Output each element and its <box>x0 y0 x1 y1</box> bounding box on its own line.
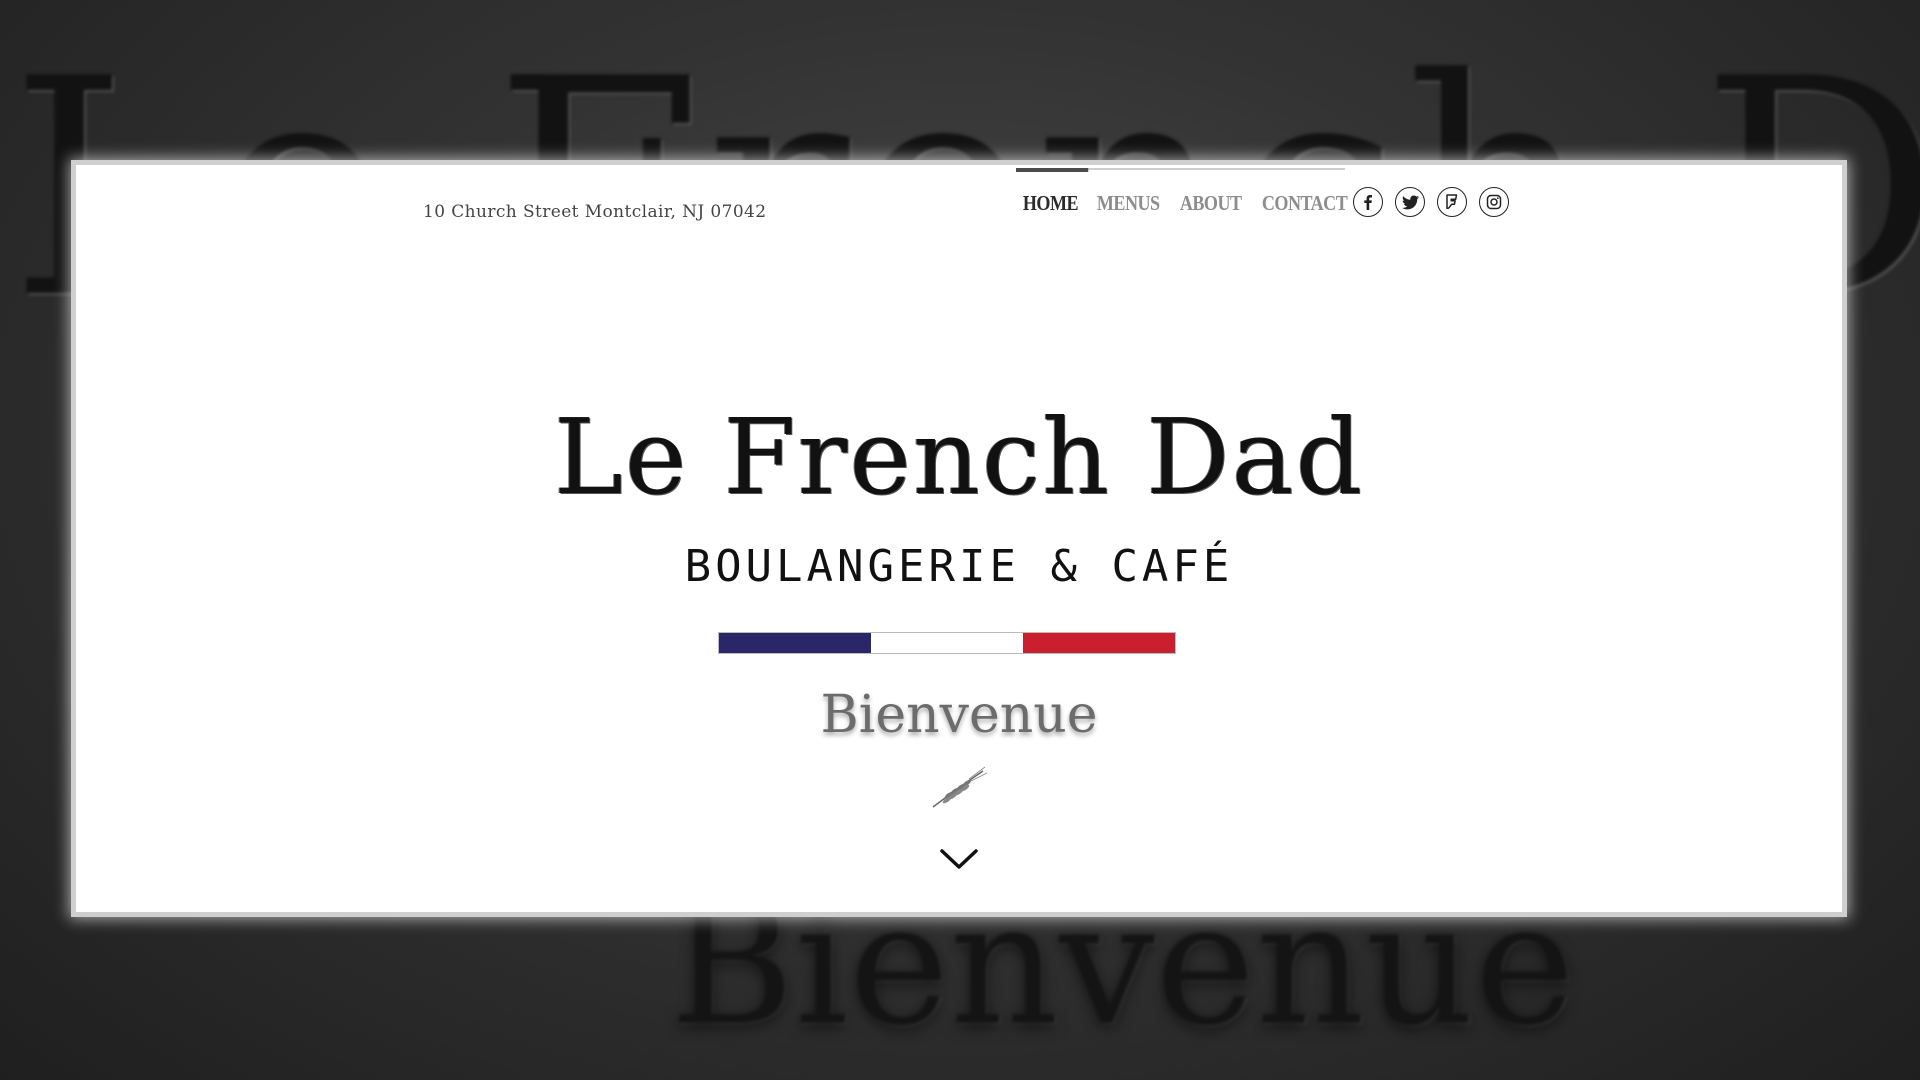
nav-menus[interactable]: MENUS <box>1090 165 1166 216</box>
nav-about[interactable]: ABOUT <box>1173 165 1248 216</box>
twitter-icon[interactable] <box>1395 187 1425 217</box>
flag-red <box>1023 633 1175 653</box>
flag-white <box>871 633 1023 653</box>
social-links <box>1353 187 1509 217</box>
main-nav: HOME MENUS ABOUT CONTACT <box>1016 165 1364 225</box>
address-text: 10 Church Street Montclair, NJ 07042 <box>423 202 767 222</box>
facebook-icon[interactable] <box>1353 187 1383 217</box>
nav-contact[interactable]: CONTACT <box>1255 165 1354 216</box>
wheat-icon <box>932 766 988 808</box>
french-flag-stripe <box>718 632 1176 654</box>
site-title: Le French Dad <box>553 396 1365 518</box>
instagram-icon[interactable] <box>1479 187 1509 217</box>
chevron-down-icon[interactable] <box>938 843 980 873</box>
nav-home[interactable]: HOME <box>1016 165 1089 216</box>
foursquare-icon[interactable] <box>1437 187 1467 217</box>
flag-blue <box>719 633 871 653</box>
website-panel: 10 Church Street Montclair, NJ 07042 HOM… <box>76 165 1842 912</box>
welcome-heading: Bienvenue <box>820 685 1098 745</box>
site-subtitle: BOULANGERIE & CAFÉ <box>684 541 1234 592</box>
